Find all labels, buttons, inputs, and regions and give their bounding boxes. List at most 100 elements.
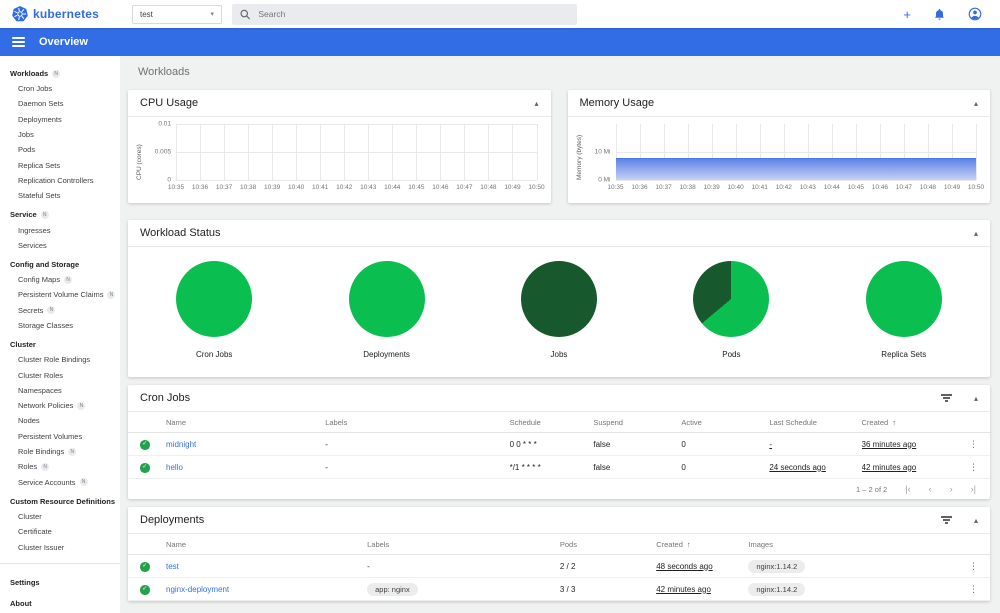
deployment-name-link[interactable]: nginx-deployment [166, 585, 229, 594]
sidebar-item-persistent-volumes[interactable]: Persistent Volumes [0, 429, 120, 444]
sidebar-item-pods[interactable]: Pods [0, 142, 120, 157]
sidebar-item-replica-sets[interactable]: Replica Sets [0, 157, 120, 172]
sidebar-group-cluster[interactable]: Cluster [0, 337, 120, 352]
column-header-created[interactable]: Created ↑ [656, 540, 748, 549]
menu-hamburger-icon[interactable] [12, 37, 25, 47]
x-axis-tick: 10:42 [336, 184, 353, 191]
cpu-plot-area: 10:35 10:36 10:37 10:38 10:39 10:40 10:41 10:42… [155, 121, 545, 192]
sidebar-item-about[interactable]: About [0, 593, 120, 613]
y-axis-tick: 0 Mi [598, 176, 611, 184]
sidebar-item-cluster-role-bindings[interactable]: Cluster Role Bindings [0, 352, 120, 367]
column-header-labels[interactable]: Labels [325, 418, 509, 427]
cronjob-name-link[interactable]: midnight [166, 440, 196, 449]
create-resource-button[interactable]: + [903, 8, 911, 21]
sidebar-item-config-maps[interactable]: Config Maps N [0, 272, 120, 287]
column-header-active[interactable]: Active [681, 418, 769, 427]
x-axis-tick: 10:35 [167, 184, 185, 191]
sidebar-item-label: Deployments [18, 114, 62, 124]
sidebar-item-roles[interactable]: Roles N [0, 459, 120, 474]
column-header-name[interactable]: Name [166, 418, 325, 427]
collapse-caret-icon[interactable]: ▴ [974, 229, 978, 238]
collapse-caret-icon[interactable]: ▴ [974, 394, 978, 403]
search-bar[interactable] [232, 3, 577, 25]
x-axis-tick: 10:49 [504, 184, 521, 191]
labels-cell: - [325, 439, 328, 449]
last-page-icon[interactable]: ›| [971, 484, 976, 494]
status-cell: ✓ [140, 438, 166, 450]
sidebar-item-replication-controllers[interactable]: Replication Controllers [0, 173, 120, 188]
sidebar-item-cluster-roles[interactable]: Cluster Roles [0, 367, 120, 382]
previous-page-icon[interactable]: ‹ [929, 484, 932, 494]
filter-icon[interactable] [940, 516, 952, 524]
sidebar-item-storage-classes[interactable]: Storage Classes [0, 318, 120, 333]
sidebar-item-deployments[interactable]: Deployments [0, 112, 120, 127]
row-menu-button[interactable]: ⋮ [969, 584, 978, 594]
sidebar-item-cron-jobs[interactable]: Cron Jobs [0, 81, 120, 96]
sidebar-item-services[interactable]: Services [0, 238, 120, 253]
column-header-suspend[interactable]: Suspend [593, 418, 681, 427]
sidebar-item-cluster[interactable]: Cluster [0, 509, 120, 524]
collapse-caret-icon[interactable]: ▴ [974, 99, 978, 108]
collapse-caret-icon[interactable]: ▴ [534, 99, 538, 108]
search-icon [240, 9, 251, 19]
sidebar-item-service-accounts[interactable]: Service Accounts N [0, 475, 120, 490]
column-header-created[interactable]: Created ↑ [862, 418, 964, 427]
sidebar-item-stateful-sets[interactable]: Stateful Sets [0, 188, 120, 203]
x-axis-tick: 10:43 [360, 184, 377, 191]
kubernetes-logo[interactable]: kubernetes [0, 6, 128, 22]
cron-jobs-title: Cron Jobs [140, 392, 191, 404]
collapse-caret-icon[interactable]: ▴ [974, 516, 978, 525]
namespace-select[interactable]: test ▾ [132, 4, 222, 24]
sidebar-item-network-policies[interactable]: Network Policies N [0, 398, 120, 413]
sidebar-item-label: Settings [10, 577, 40, 587]
account-user-icon[interactable] [968, 7, 982, 21]
sidebar-item-label: Cluster Role Bindings [18, 355, 91, 365]
grid-line [536, 124, 538, 180]
column-header-last-schedule[interactable]: Last Schedule [769, 418, 861, 427]
sidebar-group-label: Service [10, 210, 37, 220]
search-input[interactable] [258, 9, 569, 19]
column-header-schedule[interactable]: Schedule [510, 418, 594, 427]
sidebar-item-daemon-sets[interactable]: Daemon Sets [0, 96, 120, 111]
sidebar-item-ingresses[interactable]: Ingresses [0, 222, 120, 237]
page-breadcrumb-title: Overview [39, 36, 88, 48]
x-axis-tick: 10:48 [480, 184, 497, 191]
row-menu-button[interactable]: ⋮ [969, 561, 978, 571]
sidebar-item-cluster-issuer[interactable]: Cluster Issuer [0, 539, 120, 554]
sidebar-item-jobs[interactable]: Jobs [0, 127, 120, 142]
first-page-icon[interactable]: |‹ [905, 484, 910, 494]
workload-status-title: Workload Status [140, 227, 221, 239]
sidebar-item-persistent-volume-claims[interactable]: Persistent Volume Claims N [0, 287, 120, 302]
last-schedule-cell: - [769, 440, 861, 449]
deployment-name-link[interactable]: test [166, 562, 179, 571]
filter-icon[interactable] [940, 394, 952, 402]
sidebar-item-label: Role Bindings [18, 447, 65, 457]
sidebar-item-settings[interactable]: Settings [0, 572, 120, 593]
column-header-labels[interactable]: Labels [367, 540, 560, 549]
memory-card-header: Memory Usage ▴ [567, 90, 990, 117]
column-header-images[interactable]: Images [748, 540, 964, 549]
sidebar-item-certificate[interactable]: Certificate [0, 524, 120, 539]
sidebar-item-label: Config Maps [18, 275, 61, 285]
column-header-pods[interactable]: Pods [560, 540, 656, 549]
sidebar-group-service[interactable]: Service N [0, 207, 120, 222]
cronjob-name-link[interactable]: hello [166, 463, 183, 472]
row-menu-button[interactable]: ⋮ [969, 439, 978, 449]
column-header-name[interactable]: Name [166, 540, 367, 549]
sidebar-group-custom-resource-definitions[interactable]: Custom Resource Definitions [0, 494, 120, 509]
sidebar-item-nodes[interactable]: Nodes [0, 413, 120, 428]
sidebar-group-config-and-storage[interactable]: Config and Storage [0, 257, 120, 272]
notifications-bell-icon[interactable] [933, 8, 946, 21]
next-page-icon[interactable]: › [950, 484, 953, 494]
sidebar-item-label: Replication Controllers [18, 175, 94, 185]
sidebar-item-secrets[interactable]: Secrets N [0, 303, 120, 318]
sidebar-item-label: Pods [18, 145, 36, 155]
row-menu-button[interactable]: ⋮ [969, 462, 978, 472]
sidebar-item-label: Service Accounts [18, 477, 76, 487]
sidebar-item-role-bindings[interactable]: Role Bindings N [0, 444, 120, 459]
grid-line [176, 180, 537, 181]
status-ok-icon: ✓ [140, 585, 150, 595]
sidebar-group-workloads[interactable]: Workloads N [0, 66, 120, 81]
sidebar-item-namespaces[interactable]: Namespaces [0, 383, 120, 398]
suspend-cell: false [593, 462, 611, 472]
